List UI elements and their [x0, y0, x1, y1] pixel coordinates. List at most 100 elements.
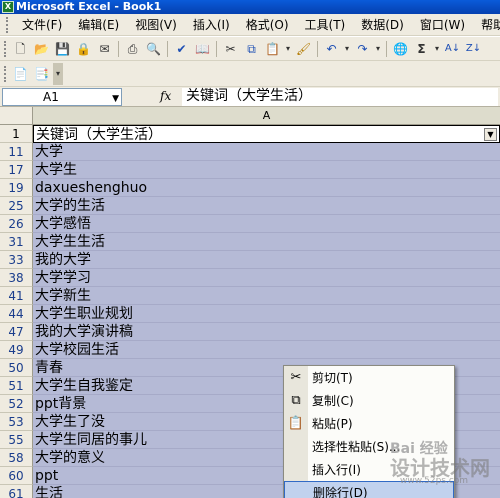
formula-input[interactable]: 关键词（大学生活） [182, 88, 498, 106]
cell-value: 生活 [35, 486, 63, 498]
row-number[interactable]: 26 [0, 215, 33, 233]
insert-function-button[interactable]: fx [160, 89, 171, 103]
context-menu-item[interactable]: ⧉ 复制(C) [284, 389, 454, 412]
paste-dropdown-icon[interactable]: ▾ [284, 39, 292, 58]
row-number[interactable]: 31 [0, 233, 33, 251]
row-number[interactable]: 52 [0, 395, 33, 413]
context-menu-item[interactable]: 📋 粘贴(P) [284, 412, 454, 435]
menu-item[interactable]: 工具(T) [297, 15, 354, 35]
format-painter-icon[interactable]: 🖌 [294, 39, 313, 58]
name-box-dropdown-icon[interactable]: ▼ [112, 91, 119, 107]
row-number[interactable]: 53 [0, 413, 33, 431]
hyperlink-icon[interactable]: 🌐 [391, 39, 410, 58]
spelling-icon[interactable]: ✔ [172, 39, 191, 58]
menu-item[interactable]: 窗口(W) [412, 15, 473, 35]
research-icon[interactable]: 📖 [193, 39, 212, 58]
cell-value: 我的大学 [35, 252, 91, 268]
row-number[interactable]: 60 [0, 467, 33, 485]
column-header-a[interactable]: A [33, 107, 500, 125]
pdf-settings-icon[interactable]: 📑 [32, 64, 51, 83]
menubar-grip[interactable] [6, 16, 8, 33]
menu-item[interactable]: 文件(F) [14, 15, 70, 35]
cell[interactable]: 大学学习 [33, 269, 500, 287]
sort-descending-icon[interactable]: Z↓ [464, 39, 483, 58]
row-number[interactable]: 19 [0, 179, 33, 197]
context-menu-item[interactable]: ✂ 剪切(T) [284, 366, 454, 389]
cell-value: 大学生自我鉴定 [35, 378, 133, 394]
row-number[interactable]: 38 [0, 269, 33, 287]
save-icon[interactable]: 💾 [53, 39, 72, 58]
print-icon[interactable]: ⎙ [123, 39, 142, 58]
cell[interactable]: 大学 [33, 143, 500, 161]
autofilter-dropdown-icon[interactable]: ▼ [484, 128, 497, 141]
cell[interactable]: 我的大学演讲稿 [33, 323, 500, 341]
row-number[interactable]: 50 [0, 359, 33, 377]
autosum-icon[interactable]: Σ [412, 39, 431, 58]
toolbar-options-icon[interactable]: ▾ [53, 62, 63, 85]
toolbar-separator [167, 40, 168, 57]
cell[interactable]: 大学感悟 [33, 215, 500, 233]
convert-to-pdf-icon[interactable]: 📄 [11, 64, 30, 83]
toolbar-separator [216, 40, 217, 57]
open-folder-icon[interactable]: 📂 [32, 39, 51, 58]
context-menu: ✂ 剪切(T) ⧉ 复制(C) 📋 粘贴(P) 选择性粘贴(S)... 插入行(I) 删除行(D… [283, 365, 455, 498]
row-number[interactable]: 44 [0, 305, 33, 323]
row-number[interactable]: 49 [0, 341, 33, 359]
new-document-icon[interactable]: 🗋 [11, 39, 30, 58]
row-number[interactable]: 25 [0, 197, 33, 215]
row-number[interactable]: 47 [0, 323, 33, 341]
cell[interactable]: 我的大学 [33, 251, 500, 269]
cell-value: 大学生同居的事儿 [35, 432, 147, 448]
row-number[interactable]: 55 [0, 431, 33, 449]
cut-icon[interactable]: ✂ [221, 39, 240, 58]
print-preview-icon[interactable]: 🔍 [144, 39, 163, 58]
name-box[interactable]: A1 ▼ [2, 88, 122, 106]
cell-value: 大学的意义 [35, 450, 105, 466]
select-all-corner[interactable] [0, 107, 33, 125]
row-number[interactable]: 58 [0, 449, 33, 467]
copy-icon[interactable]: ⧉ [242, 39, 261, 58]
sort-ascending-icon[interactable]: A↓ [443, 39, 462, 58]
row-number[interactable]: 11 [0, 143, 33, 161]
context-menu-item[interactable]: 插入行(I) [284, 458, 454, 481]
menu-item[interactable]: 编辑(E) [70, 15, 127, 35]
context-menu-label: 剪切(T) [312, 371, 353, 385]
pdf-toolbar-grip[interactable] [4, 65, 7, 82]
row-number[interactable]: 41 [0, 287, 33, 305]
undo-icon[interactable]: ↶ [322, 39, 341, 58]
row-number[interactable]: 17 [0, 161, 33, 179]
context-menu-item[interactable]: 删除行(D) [284, 481, 454, 498]
standard-toolbar: 🗋 📂 💾 🔒 ✉ ⎙ 🔍 ✔ 📖 ✂ ⧉ 📋 ▾ 🖌 ↶ ▾ ↷ ▾ 🌐 Σ … [0, 37, 500, 61]
redo-dropdown-icon[interactable]: ▾ [374, 39, 382, 58]
menu-item[interactable]: 视图(V) [127, 15, 185, 35]
cell[interactable]: 大学校园生活 [33, 341, 500, 359]
row-number[interactable]: 61 [0, 485, 33, 498]
row-number[interactable]: 33 [0, 251, 33, 269]
paste-icon[interactable]: 📋 [263, 39, 282, 58]
menu-item[interactable]: 数据(D) [353, 15, 412, 35]
email-icon[interactable]: ✉ [95, 39, 114, 58]
cell[interactable]: 大学生 [33, 161, 500, 179]
menu-item[interactable]: 插入(I) [185, 15, 238, 35]
cell[interactable]: daxueshenghuo [33, 179, 500, 197]
toolbar-grip[interactable] [4, 40, 7, 57]
undo-dropdown-icon[interactable]: ▾ [343, 39, 351, 58]
name-box-value: A1 [43, 90, 59, 104]
table-row: 31 大学生生活 [0, 233, 500, 251]
cell[interactable]: 大学的生活 [33, 197, 500, 215]
permission-icon[interactable]: 🔒 [74, 39, 93, 58]
row-number[interactable]: 51 [0, 377, 33, 395]
cell[interactable]: 大学生生活 [33, 233, 500, 251]
row-number[interactable]: 1 [0, 125, 33, 143]
cell-value: 大学生 [35, 162, 77, 178]
menu-item[interactable]: 帮助 [473, 15, 500, 35]
redo-icon[interactable]: ↷ [353, 39, 372, 58]
context-menu-item[interactable]: 选择性粘贴(S)... [284, 435, 454, 458]
cell[interactable]: 大学生职业规划 [33, 305, 500, 323]
cell-value: 大学生职业规划 [35, 306, 133, 322]
cell[interactable]: 大学新生 [33, 287, 500, 305]
menu-item[interactable]: 格式(O) [238, 15, 297, 35]
autosum-dropdown-icon[interactable]: ▾ [433, 39, 441, 58]
paste-icon: 📋 [287, 416, 305, 431]
active-cell-a1[interactable]: 关键词（大学生活） ▼ [33, 125, 500, 143]
